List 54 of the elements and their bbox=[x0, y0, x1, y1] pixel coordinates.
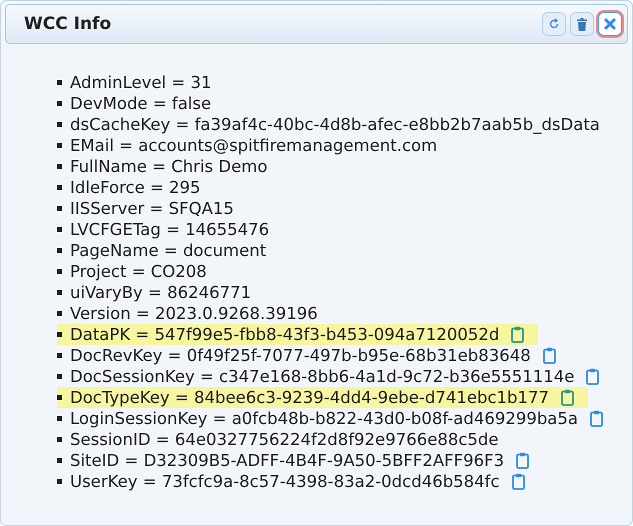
entry-text: AdminLevel = 31 bbox=[70, 73, 212, 92]
entry-text: uiVaryBy = 86246771 bbox=[70, 283, 252, 302]
entry-text: LoginSessionKey = a0fcb48b-b822-43d0-b08f-ad469299ba5a bbox=[70, 409, 578, 428]
bullet-icon bbox=[57, 479, 62, 484]
bullet-icon bbox=[57, 311, 62, 316]
entry-text: DevMode = false bbox=[70, 94, 212, 113]
refresh-icon bbox=[548, 18, 560, 30]
bullet-icon bbox=[57, 332, 62, 337]
entry-text: IdleForce = 295 bbox=[70, 178, 201, 197]
entry-text: DataPK = 547f99e5-fbb8-43f3-b453-094a7120052d bbox=[70, 325, 500, 344]
bullet-icon bbox=[57, 437, 62, 442]
bullet-icon bbox=[57, 80, 62, 85]
bullet-icon bbox=[57, 248, 62, 253]
entry-text: EMail = accounts@spitfiremanagement.com bbox=[70, 136, 438, 155]
delete-button[interactable] bbox=[570, 12, 594, 36]
entry-text: Version = 2023.0.9268.39196 bbox=[70, 304, 318, 323]
bullet-icon bbox=[57, 206, 62, 211]
bullet-icon bbox=[57, 458, 62, 463]
clipboard-icon[interactable] bbox=[542, 347, 556, 364]
bullet-icon bbox=[57, 374, 62, 379]
entry-text: DocTypeKey = 84bee6c3-9239-4dd4-9ebe-d741ebc1b177 bbox=[70, 388, 549, 407]
clipboard-icon[interactable] bbox=[511, 326, 524, 343]
entry-text: DocRevKey = 0f49f25f-7077-497b-b95e-68b31eb83648 bbox=[70, 346, 531, 365]
clipboard-icon[interactable] bbox=[590, 410, 604, 427]
entry-text: UserKey = 73fcfc9a-8c57-4398-83a2-0dcd46b584fc bbox=[70, 472, 500, 491]
close-button[interactable] bbox=[598, 12, 622, 36]
bullet-icon bbox=[57, 101, 62, 106]
bullet-icon bbox=[57, 290, 62, 295]
entry-text: PageName = document bbox=[70, 241, 266, 260]
bullet-icon bbox=[57, 269, 62, 274]
dialog-title: WCC Info bbox=[24, 14, 112, 34]
bullet-icon bbox=[57, 185, 62, 190]
entry-text: dsCacheKey = fa39af4c-40bc-4d8b-afec-e8bb2b7aab5b_dsData bbox=[70, 115, 600, 134]
entry-text: FullName = Chris Demo bbox=[70, 157, 268, 176]
clipboard-icon[interactable] bbox=[586, 368, 600, 385]
entry-text: SessionID = 64e0327756224f2d8f92e9766e88c5de bbox=[70, 430, 499, 449]
bullet-icon bbox=[57, 353, 62, 358]
entry-text: DocSessionKey = c347e168-8bb6-4a1d-9c72-b36e5551114e bbox=[70, 367, 574, 386]
bullet-icon bbox=[57, 227, 62, 232]
close-icon bbox=[604, 18, 616, 30]
entry-text: SiteID = D32309B5-ADFF-4B4F-9A50-5BFF2AFF96F3 bbox=[70, 451, 504, 470]
trash-icon bbox=[576, 18, 588, 30]
refresh-button[interactable] bbox=[542, 12, 566, 36]
bullet-icon bbox=[57, 143, 62, 148]
clipboard-icon[interactable] bbox=[561, 389, 574, 406]
bullet-icon bbox=[57, 122, 62, 127]
bullet-icon bbox=[57, 416, 62, 421]
bullet-icon bbox=[57, 164, 62, 169]
entry-text: IISServer = SFQA15 bbox=[70, 199, 234, 218]
clipboard-icon[interactable] bbox=[516, 452, 530, 469]
bullet-icon bbox=[57, 395, 62, 400]
entry-text: LVCFGETag = 14655476 bbox=[70, 220, 270, 239]
clipboard-icon[interactable] bbox=[512, 473, 525, 490]
entry-text: Project = CO208 bbox=[70, 262, 207, 281]
